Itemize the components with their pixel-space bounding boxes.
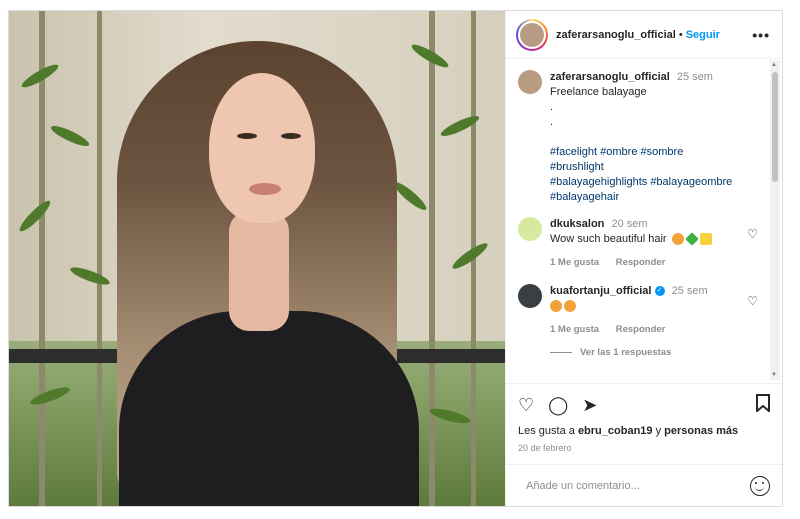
caption-username[interactable]: zaferarsanoglu_official [550, 71, 670, 83]
comment-item: dkuksalon 20 sem Wow such beautiful hair… [518, 217, 758, 270]
scrollbar-thumb[interactable] [772, 72, 778, 182]
author-username[interactable]: zaferarsanoglu_official [556, 29, 676, 41]
comment-likes[interactable]: 1 Me gusta [550, 257, 599, 268]
photo-plant-stem [429, 11, 435, 506]
sparkles-emoji-icon [699, 233, 712, 246]
comment-username[interactable]: kuafortanju_official [550, 285, 651, 297]
likes-prefix: Les gusta a [518, 425, 575, 437]
post-modal: zaferarsanoglu_official • Seguir ••• zaf… [8, 10, 783, 507]
liker-username[interactable]: ebru_coban19 [578, 425, 653, 437]
photo-neck [229, 211, 289, 331]
smile-icon[interactable] [750, 475, 770, 496]
heart-eyes-emoji-icon [564, 300, 576, 313]
caption-time[interactable]: 25 sem [677, 71, 713, 83]
comments-list[interactable]: zaferarsanoglu_official 25 sem Freelance… [506, 60, 768, 380]
more-icon[interactable]: ••• [752, 27, 770, 43]
reply-button[interactable]: Responder [616, 257, 666, 268]
comment-likes[interactable]: 1 Me gusta [550, 324, 599, 335]
add-comment-bar [506, 464, 782, 506]
hashtag-link[interactable]: #facelight [550, 146, 597, 158]
verified-badge-icon: ✓ [654, 286, 665, 297]
photo-lips [249, 183, 281, 195]
follow-button[interactable]: Seguir [686, 29, 720, 41]
scroll-up-icon[interactable]: ▲ [771, 62, 777, 68]
comment-time[interactable]: 20 sem [611, 218, 647, 230]
caption-dot: . [550, 116, 554, 128]
view-replies-label: Ver las 1 respuestas [580, 347, 672, 358]
share-icon[interactable]: ➤ [582, 396, 597, 414]
scroll-down-icon[interactable]: ▼ [771, 372, 777, 378]
photo-leaf [28, 384, 72, 408]
comment-text: Wow such beautiful hair [550, 233, 667, 245]
likes-summary: Les gusta a ebru_coban19 y personas más [518, 425, 770, 437]
author-avatar[interactable] [516, 18, 548, 51]
post-side-panel: zaferarsanoglu_official • Seguir ••• zaf… [505, 11, 782, 506]
photo-eye [281, 133, 301, 139]
smiling-emoji-icon [671, 233, 684, 246]
photo-plant-stem [97, 11, 102, 506]
comment-input[interactable] [526, 479, 726, 492]
heart-icon[interactable]: ♡ [518, 396, 534, 414]
hashtag-link[interactable]: #balayagehair [550, 191, 619, 203]
hashtag-link[interactable]: #sombre [641, 146, 684, 158]
caption: zaferarsanoglu_official 25 sem Freelance… [518, 70, 758, 205]
like-comment-heart-icon[interactable]: ♡ [747, 294, 758, 308]
photo-eye [237, 133, 257, 139]
photo-face [209, 73, 315, 223]
post-header: zaferarsanoglu_official • Seguir ••• [506, 11, 782, 59]
caption-avatar[interactable] [518, 70, 542, 94]
post-photo[interactable] [9, 11, 505, 506]
commenter-avatar[interactable] [518, 217, 542, 241]
photo-plant-stem [39, 11, 45, 506]
like-comment-heart-icon[interactable]: ♡ [747, 227, 758, 241]
green-heart-emoji-icon [684, 232, 699, 246]
header-separator: • [678, 28, 683, 41]
photo-top [119, 311, 419, 506]
replies-divider [550, 352, 572, 353]
likes-conjunction: y [655, 425, 662, 437]
hashtag-link[interactable]: #balayagehighlights [550, 176, 647, 188]
comments-scrollbar[interactable]: ▲ ▼ [770, 60, 780, 380]
reply-button[interactable]: Responder [616, 324, 666, 335]
comment-time[interactable]: 25 sem [672, 285, 708, 297]
caption-dot: . [550, 101, 554, 113]
caption-text: Freelance balayage [550, 86, 647, 98]
comment-icon[interactable]: ◯ [548, 396, 568, 414]
hashtag-link[interactable]: #ombre [600, 146, 637, 158]
likes-others-link[interactable]: personas más [664, 425, 738, 437]
heart-eyes-emoji-icon [550, 300, 562, 313]
post-date[interactable]: 20 de febrero [518, 443, 770, 453]
bookmark-icon[interactable] [756, 394, 770, 415]
commenter-avatar[interactable] [518, 284, 542, 308]
hashtag-link[interactable]: #brushlight [550, 161, 604, 173]
post-actions: ♡ ◯ ➤ Les gusta a ebru_coban19 y persona… [506, 383, 782, 453]
comment-username[interactable]: dkuksalon [550, 218, 604, 230]
comment-item: kuafortanju_official ✓ 25 sem 1 Me gusta… [518, 284, 758, 337]
hashtag-link[interactable]: #balayageombre [650, 176, 732, 188]
view-replies-button[interactable]: Ver las 1 respuestas [550, 347, 758, 358]
